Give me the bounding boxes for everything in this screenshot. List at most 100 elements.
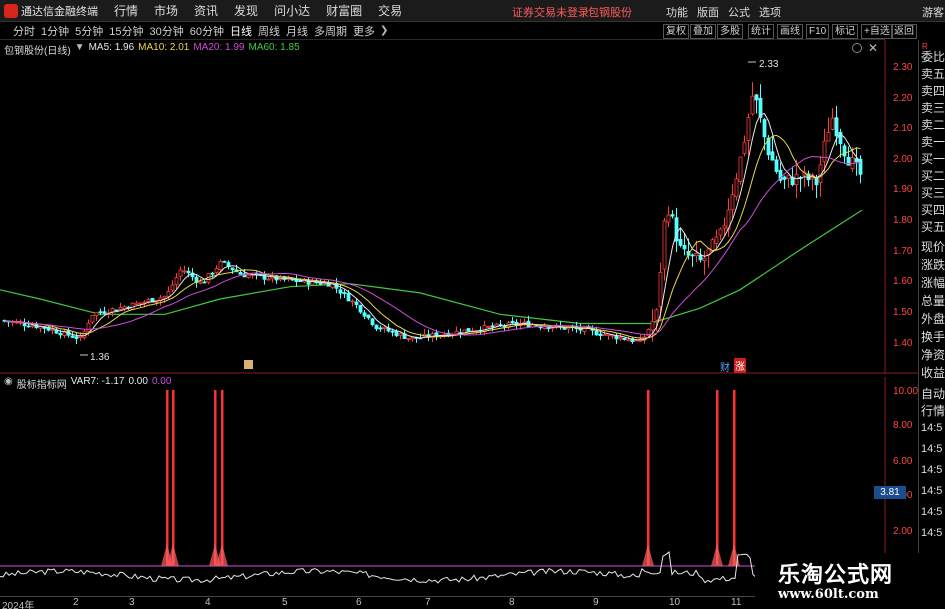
price-tick: 2.10 xyxy=(893,123,913,134)
app-title: 通达信金融终端 xyxy=(21,5,98,18)
guest-label[interactable]: 游客 xyxy=(922,4,944,20)
limit-up-tag[interactable]: 涨 xyxy=(734,358,746,373)
tongji-button[interactable]: 统计 xyxy=(748,24,774,39)
diejia-button[interactable]: 叠加 xyxy=(690,24,716,39)
price-tick: 1.50 xyxy=(893,307,913,318)
menu-shichang[interactable]: 市场 xyxy=(146,2,186,19)
side-quote[interactable]: 行情 xyxy=(921,402,945,419)
candle-body xyxy=(162,295,167,299)
menu-hangqing[interactable]: 行情 xyxy=(106,2,146,19)
side-price[interactable]: 现价 xyxy=(921,238,945,255)
side-change[interactable]: 涨跌 xyxy=(921,256,945,273)
candle-body xyxy=(698,254,703,261)
menu-banmian[interactable]: 版面 xyxy=(697,4,719,20)
side-buy4[interactable]: 买四 xyxy=(921,201,945,218)
f10-button[interactable]: F10 xyxy=(806,24,830,39)
candle-body xyxy=(650,321,655,331)
candle-body xyxy=(82,330,87,338)
side-sell4[interactable]: 卖四 xyxy=(921,82,945,99)
menu-zixun[interactable]: 资讯 xyxy=(186,2,226,19)
candle-body xyxy=(22,323,27,327)
period-monthly[interactable]: 月线 xyxy=(283,23,311,39)
side-auto[interactable]: 自动 xyxy=(921,385,945,402)
fuquan-button[interactable]: 复权 xyxy=(663,24,689,39)
side-weibi[interactable]: 委比 xyxy=(921,48,945,65)
menu-caifuquan[interactable]: 财富圈 xyxy=(318,2,370,19)
candle-body xyxy=(410,337,415,340)
signal-bar xyxy=(214,390,217,565)
biaoji-button[interactable]: 标记 xyxy=(832,24,858,39)
candle-body xyxy=(246,274,251,278)
indicator-info-line: ◉ 股标指标网 VAR7: -1.17 0.00 0.00 xyxy=(4,376,171,391)
menu-xuanxiang[interactable]: 选项 xyxy=(759,4,781,20)
period-daily[interactable]: 日线 xyxy=(227,23,255,39)
side-earnings[interactable]: 收益 xyxy=(921,364,945,381)
candle-body xyxy=(26,325,31,328)
side-sell3[interactable]: 卖三 xyxy=(921,99,945,116)
finance-tag[interactable]: 财 xyxy=(720,359,730,374)
side-net-asset[interactable]: 净资 xyxy=(921,346,945,363)
side-sell1[interactable]: 卖一 xyxy=(921,133,945,150)
event-marker-icon[interactable] xyxy=(244,360,253,369)
ma-info-line: 包钢股份(日线) ▼ MA5: 1.96 MA10: 2.01 MA20: 1.… xyxy=(4,42,300,57)
side-sell5[interactable]: 卖五 xyxy=(921,65,945,82)
chevron-right-icon[interactable]: ❯ xyxy=(380,25,388,36)
candle-body xyxy=(122,306,127,310)
side-turnover[interactable]: 换手 xyxy=(921,328,945,345)
indicator-name: 股标指标网 xyxy=(16,380,67,391)
menu-wenxiaoda[interactable]: 问小达 xyxy=(266,2,318,19)
side-buy1[interactable]: 买一 xyxy=(921,150,945,167)
candle-body xyxy=(350,300,355,303)
menu-gongshi[interactable]: 公式 xyxy=(728,4,750,20)
date-tick: 7 xyxy=(425,597,431,608)
side-volume[interactable]: 总量 xyxy=(921,292,945,309)
side-buy5[interactable]: 买五 xyxy=(921,218,945,235)
period-1min[interactable]: 1分钟 xyxy=(38,23,72,39)
period-multi[interactable]: 多周期 xyxy=(311,23,350,39)
collapse-arrow-icon[interactable]: ▼ xyxy=(75,42,85,57)
period-more[interactable]: 更多 xyxy=(350,23,378,39)
candle-body xyxy=(702,257,707,261)
gear-icon[interactable] xyxy=(852,43,862,53)
period-30min[interactable]: 30分钟 xyxy=(147,23,187,39)
candle-body xyxy=(170,284,175,291)
close-icon[interactable]: ✕ xyxy=(868,41,878,55)
add-watchlist-button[interactable]: +自选 xyxy=(861,24,893,39)
duogu-button[interactable]: 多股 xyxy=(717,24,743,39)
date-tick: 4 xyxy=(205,597,211,608)
side-sell2[interactable]: 卖二 xyxy=(921,116,945,133)
period-fenshi[interactable]: 分时 xyxy=(10,23,38,39)
candles-group xyxy=(2,82,863,344)
candle-body xyxy=(174,277,179,285)
date-tick: 9 xyxy=(593,597,599,608)
period-weekly[interactable]: 周线 xyxy=(255,23,283,39)
date-tick: 11 xyxy=(731,597,742,608)
menu-faxian[interactable]: 发现 xyxy=(226,2,266,19)
indicator-collapse-icon[interactable]: ◉ xyxy=(4,376,13,391)
candle-body xyxy=(466,328,471,332)
candle-body xyxy=(598,333,603,337)
login-warning[interactable]: 证券交易未登录 xyxy=(512,4,589,20)
candle-body xyxy=(114,309,119,312)
watermark: 乐淘公式网 www.60lt.com xyxy=(755,553,945,609)
candle-body xyxy=(750,95,755,115)
candle-body xyxy=(834,117,839,137)
side-buy3[interactable]: 买三 xyxy=(921,184,945,201)
back-button[interactable]: 返回 xyxy=(891,24,917,39)
period-5min[interactable]: 5分钟 xyxy=(72,23,106,39)
menu-gongneng[interactable]: 功能 xyxy=(666,4,688,20)
huaxian-button[interactable]: 画线 xyxy=(777,24,803,39)
menu-jiaoyi[interactable]: 交易 xyxy=(370,2,410,19)
app-logo-icon xyxy=(4,3,18,18)
date-tick: 8 xyxy=(509,597,515,608)
period-15min[interactable]: 15分钟 xyxy=(106,23,146,39)
candle-body xyxy=(742,141,747,154)
side-outer-disk[interactable]: 外盘 xyxy=(921,310,945,327)
candle-body xyxy=(306,279,311,285)
candle-body xyxy=(690,254,695,257)
candle-body xyxy=(370,318,375,326)
side-change-pct[interactable]: 涨幅 xyxy=(921,274,945,291)
kline-chart[interactable]: 2.33 1.36 xyxy=(0,40,918,374)
period-60min[interactable]: 60分钟 xyxy=(187,23,227,39)
side-buy2[interactable]: 买二 xyxy=(921,167,945,184)
